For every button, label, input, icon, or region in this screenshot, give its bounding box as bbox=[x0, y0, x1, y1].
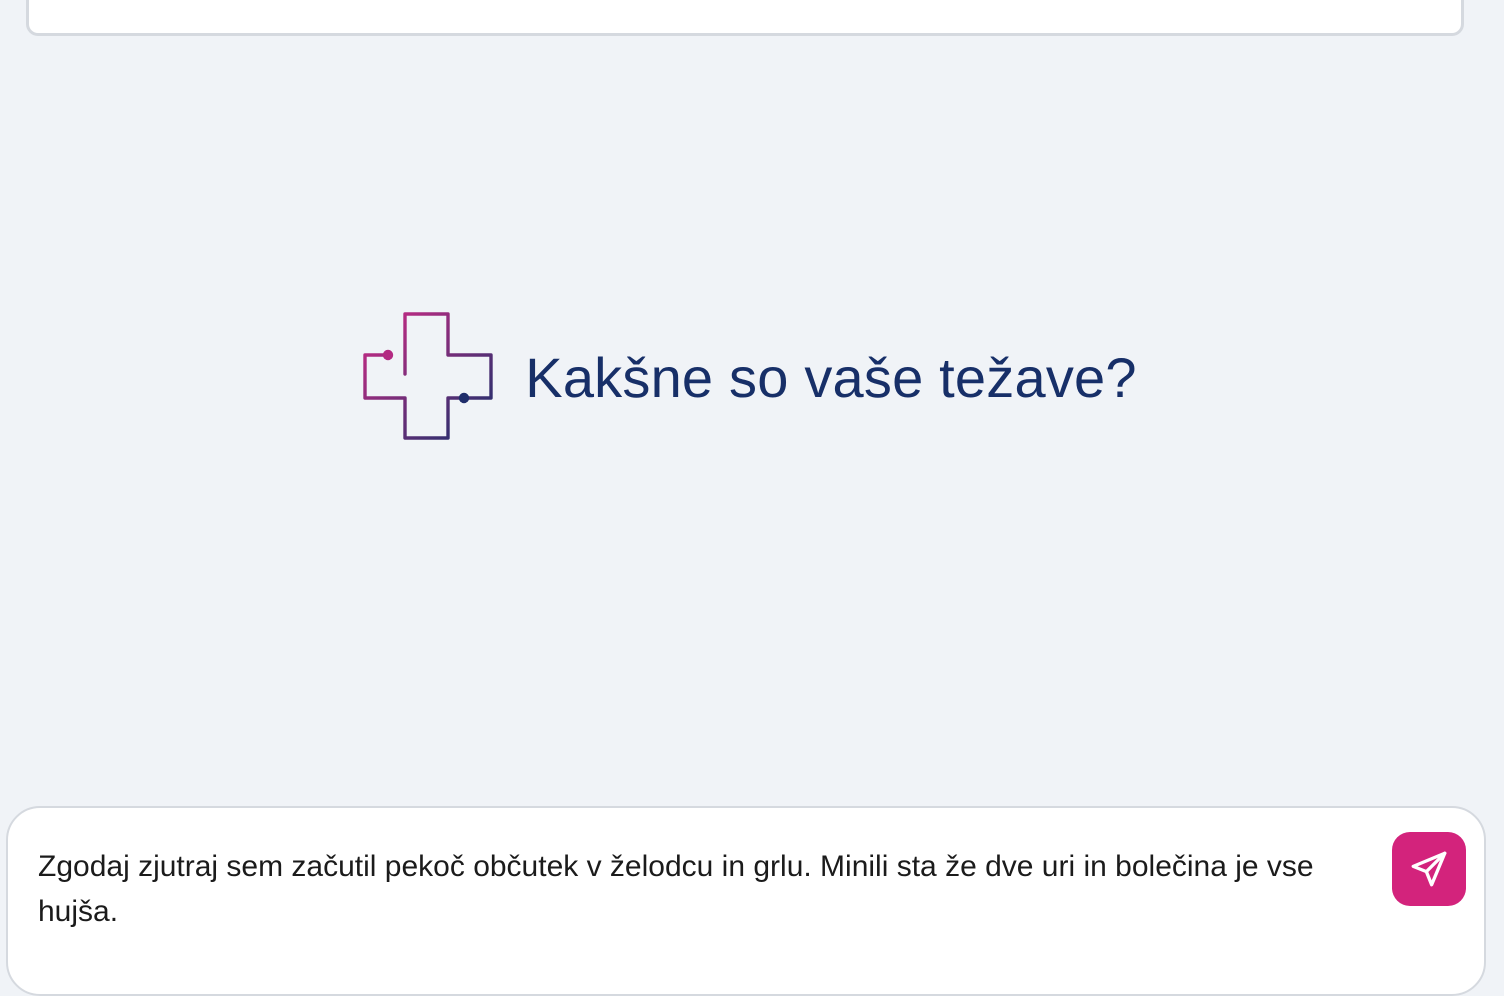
send-button[interactable] bbox=[1392, 832, 1466, 906]
page-title: Kakšne so vaše težave? bbox=[525, 345, 1137, 409]
medical-cross-logo-icon bbox=[363, 312, 493, 440]
paper-plane-icon bbox=[1411, 851, 1447, 887]
message-input[interactable]: Zgodaj zjutraj sem začutil pekoč občutek… bbox=[38, 844, 1368, 934]
top-search-bar[interactable] bbox=[26, 0, 1464, 36]
hero: Kakšne so vaše težave? bbox=[0, 310, 1504, 446]
